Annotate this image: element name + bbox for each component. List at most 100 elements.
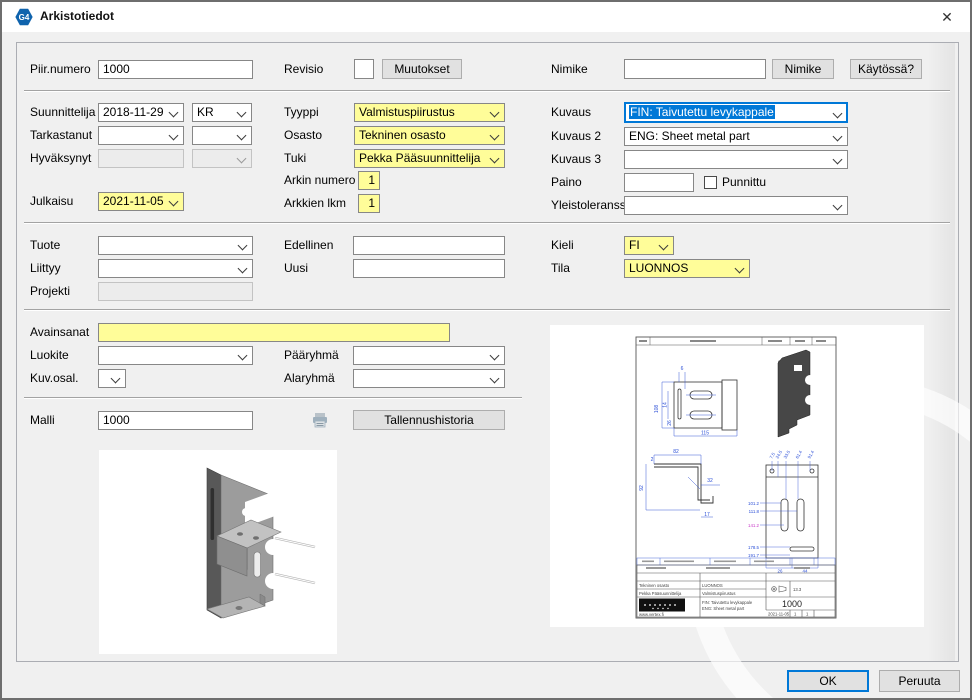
tallennushistoria-button[interactable]: Tallennushistoria: [353, 410, 505, 430]
revisio-input[interactable]: [354, 59, 374, 79]
chevron-down-icon: [111, 374, 121, 384]
ok-button[interactable]: OK: [787, 670, 869, 692]
nimike-label: Nimike: [551, 60, 588, 79]
chevron-down-icon: [238, 241, 248, 251]
close-icon[interactable]: ✕: [930, 4, 964, 30]
chevron-down-icon: [490, 154, 500, 164]
chevron-down-icon: [237, 154, 247, 164]
drawing-sheet-image: 108 14 26 6 115: [550, 325, 924, 627]
punnittu-checkbox[interactable]: [704, 176, 717, 189]
tyyppi-label: Tyyppi: [284, 103, 319, 122]
kuvaus3-combobox[interactable]: [624, 150, 848, 169]
dim-label: 191.7: [748, 553, 760, 558]
tarkastanut-id-combobox[interactable]: [192, 126, 252, 145]
chevron-down-icon: [735, 264, 745, 274]
dim-label: 14: [663, 402, 669, 408]
separator: [24, 90, 950, 92]
uusi-input[interactable]: [353, 259, 505, 278]
yleistoleranssi-combobox[interactable]: [624, 196, 848, 215]
tarkastanut-date-combobox[interactable]: [98, 126, 184, 145]
tila-combobox[interactable]: LUONNOS: [624, 259, 750, 278]
liittyy-label: Liittyy: [30, 259, 61, 278]
hyvaksynyt-id-combobox: [192, 149, 252, 168]
arkistotiedot-dialog: G4 Arkistotiedot ✕ Piir.numero 1000 Revi…: [0, 0, 972, 700]
chevron-down-icon: [490, 351, 500, 361]
alaryhma-combobox[interactable]: [353, 369, 505, 388]
nimike-input[interactable]: [624, 59, 766, 79]
suunnittelija-date-combobox[interactable]: 2018-11-29: [98, 103, 184, 122]
peruuta-button[interactable]: Peruuta: [879, 670, 960, 692]
chevron-down-icon: [237, 131, 247, 141]
tuote-combobox[interactable]: [98, 236, 253, 255]
dim-label: 6: [681, 366, 684, 372]
alaryhma-label: Alaryhmä: [284, 369, 335, 388]
arkin-numero-input[interactable]: 1: [358, 171, 380, 190]
dim-label: 32: [707, 478, 713, 484]
window-title: Arkistotiedot: [40, 9, 114, 23]
hyvaksynyt-date-input: [98, 149, 184, 168]
luokite-combobox[interactable]: [98, 346, 253, 365]
kuvaus-combobox[interactable]: FIN: Taivutettu levykappale: [624, 102, 848, 123]
paino-input[interactable]: [624, 173, 694, 192]
titleblock-kuvaus-eng: ENG: Sheet metal part: [702, 606, 745, 611]
paaryhma-combobox[interactable]: [353, 346, 505, 365]
dim-label: 17: [704, 512, 710, 518]
titleblock-web: www.vertex.fi: [639, 612, 664, 617]
kieli-combobox[interactable]: FI: [624, 236, 674, 255]
titleblock-suunnittelija: Pekka Pääsuunnittelija: [639, 591, 682, 596]
kieli-value: FI: [629, 238, 640, 252]
projekti-label: Projekti: [30, 282, 70, 301]
kuvaus2-label: Kuvaus 2: [551, 127, 601, 146]
tuki-combobox[interactable]: Pekka Pääsuunnittelija: [354, 149, 505, 168]
edellinen-input[interactable]: [353, 236, 505, 255]
chevron-down-icon: [833, 132, 843, 142]
dim-label: 141.2: [748, 523, 760, 528]
nimike-button[interactable]: Nimike: [772, 59, 834, 79]
piir-numero-input[interactable]: 1000: [98, 60, 253, 79]
dim-label: 178.5: [748, 545, 760, 550]
julkaisu-combobox[interactable]: 2021-11-05: [98, 192, 184, 211]
paaryhma-label: Pääryhmä: [284, 346, 339, 365]
tuki-value: Pekka Pääsuunnittelija: [359, 151, 480, 165]
suunnittelija-label: Suunnittelija: [30, 103, 95, 122]
dim-label: 82: [673, 449, 679, 455]
julkaisu-label: Julkaisu: [30, 192, 73, 211]
chevron-down-icon: [833, 155, 843, 165]
punnittu-label: Punnittu: [722, 173, 766, 192]
kuvaus-label: Kuvaus: [551, 103, 591, 122]
chevron-down-icon: [659, 241, 669, 251]
kuv-osal-combobox[interactable]: [98, 369, 126, 388]
tyyppi-combobox[interactable]: Valmistuspiirustus: [354, 103, 505, 122]
print-icon[interactable]: [310, 410, 330, 430]
arkkien-lkm-input[interactable]: 1: [358, 194, 380, 213]
titleblock-drawing-number: 1000: [782, 599, 802, 609]
tila-value: LUONNOS: [629, 261, 688, 275]
projekti-input: [98, 282, 253, 301]
kuvaus2-combobox[interactable]: ENG: Sheet metal part: [624, 127, 848, 146]
titleblock-osasto: Tekninen osasto: [639, 583, 670, 588]
separator: [24, 397, 522, 399]
muutokset-button[interactable]: Muutokset: [382, 59, 462, 79]
revisio-label: Revisio: [284, 60, 323, 79]
tyyppi-value: Valmistuspiirustus: [359, 105, 455, 119]
titlebar: G4 Arkistotiedot ✕: [2, 2, 970, 32]
malli-input[interactable]: 1000: [98, 411, 253, 430]
chevron-down-icon: [833, 201, 843, 211]
suunnittelija-id-combobox[interactable]: KR: [192, 103, 252, 122]
chevron-down-icon: [169, 108, 179, 118]
kaytossa-button[interactable]: Käytössä?: [850, 59, 922, 79]
chevron-down-icon: [237, 108, 247, 118]
dim-label: 111.8: [749, 509, 760, 514]
dim-label: 101.2: [748, 501, 760, 506]
avainsanat-input[interactable]: [98, 323, 450, 342]
chevron-down-icon: [238, 264, 248, 274]
kuv-osal-label: Kuv.osal.: [30, 369, 78, 388]
chevron-down-icon: [490, 374, 500, 384]
liittyy-combobox[interactable]: [98, 259, 253, 278]
chevron-down-icon: [490, 108, 500, 118]
hyvaksynyt-label: Hyväksynyt: [30, 149, 91, 168]
paino-label: Paino: [551, 173, 582, 192]
osasto-combobox[interactable]: Tekninen osasto: [354, 126, 505, 145]
chevron-down-icon: [169, 197, 179, 207]
separator: [24, 222, 950, 224]
